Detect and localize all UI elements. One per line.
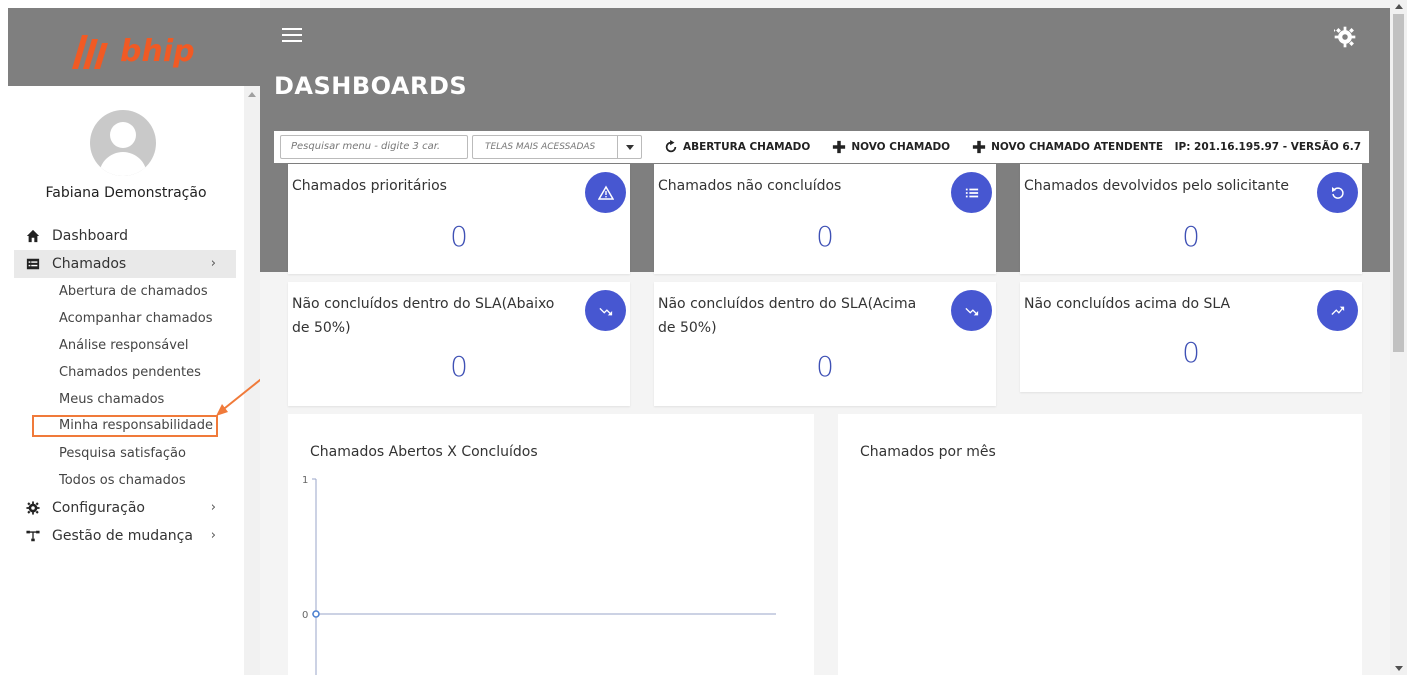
home-icon (26, 229, 40, 243)
page-scrollbar[interactable] (1390, 0, 1407, 675)
sidebar-item-label: Configuração (52, 500, 145, 516)
logo-stripes-icon (72, 34, 108, 69)
chamados-submenu: Abertura de chamados Acompanhar chamados… (14, 278, 236, 494)
list-icon (26, 258, 40, 270)
avatar-head (110, 122, 136, 148)
logo-bar: bhip (8, 8, 260, 86)
button-label: NOVO CHAMADO (851, 141, 951, 153)
sidebar-item-dashboard[interactable]: Dashboard (14, 222, 236, 250)
most-accessed-select[interactable]: TELAS MAIS ACESSADAS (472, 135, 642, 159)
sidebar-item-gestao-de-mudanca[interactable]: Gestão de mudança › (14, 522, 236, 550)
line-chart: 01 (302, 475, 776, 675)
card-sla-acima-50[interactable]: Não concluídos dentro do SLA(Acima de 50… (654, 282, 996, 406)
scroll-up-arrow-icon[interactable] (248, 92, 256, 97)
menu-search-input[interactable]: Pesquisar menu - digite 3 car. (280, 135, 468, 159)
gear-icon (26, 501, 40, 515)
chevron-right-icon: › (210, 256, 216, 271)
submenu-pesquisa-satisfacao[interactable]: Pesquisa satisfação (59, 440, 236, 467)
sidebar-item-chamados[interactable]: Chamados › (14, 250, 236, 278)
trend-up-icon (1317, 290, 1358, 331)
avatar[interactable] (90, 110, 156, 176)
card-chamados-nao-concluidos[interactable]: Chamados não concluídos 0 (654, 164, 996, 274)
button-label: NOVO CHAMADO ATENDENTE (991, 141, 1164, 153)
card-title: Chamados não concluídos (658, 178, 842, 194)
card-value: 0 (450, 350, 468, 383)
submenu-minha-responsabilidade[interactable]: Minha responsabilidade (32, 415, 218, 437)
abertura-chamado-button[interactable]: ABERTURA CHAMADO (664, 140, 810, 154)
trend-down-icon (585, 290, 626, 331)
card-value: 0 (1182, 220, 1200, 253)
trend-down-icon (951, 290, 992, 331)
chart-panel-abertos-concluidos: Chamados Abertos X Concluídos 01 (288, 414, 814, 675)
card-value: 0 (816, 350, 834, 383)
settings-gear-icon[interactable] (1334, 26, 1356, 48)
sidebar-item-configuracao[interactable]: Configuração › (14, 494, 236, 522)
data-point (312, 610, 320, 618)
card-title: Não concluídos acima do SLA (1024, 296, 1231, 312)
sidebar: bhip Fabiana Demonstração Dashboard Cham… (0, 0, 260, 675)
submenu-abertura-de-chamados[interactable]: Abertura de chamados (59, 278, 236, 305)
dropdown-arrow-icon[interactable] (617, 136, 641, 158)
user-name: Fabiana Demonstração (45, 185, 207, 201)
page-title: DASHBOARDS (274, 72, 468, 100)
avatar-body (99, 152, 147, 176)
card-title: Chamados prioritários (292, 178, 447, 194)
brand-name: bhip (120, 34, 195, 69)
scroll-up-arrow-icon[interactable] (1395, 4, 1403, 9)
sidebar-item-label: Chamados (52, 256, 127, 272)
card-chamados-prioritarios[interactable]: Chamados prioritários 0 (288, 164, 630, 274)
chart-panel-chamados-por-mes: Chamados por mês (838, 414, 1362, 675)
card-acima-sla[interactable]: Não concluídos acima do SLA 0 (1020, 282, 1362, 392)
brand-logo[interactable]: bhip (72, 34, 195, 69)
y-tick-label: 1 (302, 475, 308, 486)
list-icon (951, 172, 992, 213)
y-tick-label: 0 (302, 610, 308, 621)
scrollbar-thumb[interactable] (1393, 14, 1404, 352)
novo-chamado-button[interactable]: NOVO CHAMADO (832, 140, 950, 154)
submenu-analise-responsavel[interactable]: Análise responsável (59, 332, 236, 359)
app-window: bhip Fabiana Demonstração Dashboard Cham… (0, 0, 1407, 675)
flow-icon (26, 530, 40, 542)
card-chamados-devolvidos[interactable]: Chamados devolvidos pelo solicitante 0 (1020, 164, 1362, 274)
sidebar-item-label: Gestão de mudança (52, 528, 193, 544)
card-value: 0 (816, 220, 834, 253)
card-title: Não concluídos dentro do SLA(Acima de 50… (658, 296, 917, 336)
card-title: Não concluídos dentro do SLA(Abaixo de 5… (292, 296, 555, 336)
chart-title: Chamados por mês (860, 444, 996, 460)
sidebar-item-label: Dashboard (52, 228, 128, 244)
card-value: 0 (1182, 336, 1200, 369)
plus-icon (833, 140, 846, 154)
toolbar: Pesquisar menu - digite 3 car. TELAS MAI… (274, 131, 1369, 163)
card-title: Chamados devolvidos pelo solicitante (1024, 178, 1289, 194)
hamburger-menu-icon[interactable] (282, 28, 302, 42)
warning-icon (585, 172, 626, 213)
select-value: TELAS MAIS ACESSADAS (485, 142, 596, 152)
chevron-right-icon: › (210, 528, 216, 543)
submenu-todos-os-chamados[interactable]: Todos os chamados (59, 467, 236, 494)
novo-chamado-atendente-button[interactable]: NOVO CHAMADO ATENDENTE (972, 140, 1163, 154)
main-content: DASHBOARDS Pesquisar menu - digite 3 car… (260, 0, 1390, 675)
button-label: ABERTURA CHAMADO (683, 141, 811, 153)
scroll-down-arrow-icon[interactable] (1395, 666, 1403, 671)
refresh-icon (665, 140, 677, 153)
undo-icon (1317, 172, 1358, 213)
card-value: 0 (450, 220, 468, 253)
plus-icon (972, 140, 986, 154)
ip-version-label: IP: 201.16.195.97 - VERSÃO 6.7 (1174, 141, 1361, 153)
card-sla-abaixo-50[interactable]: Não concluídos dentro do SLA(Abaixo de 5… (288, 282, 630, 406)
submenu-acompanhar-chamados[interactable]: Acompanhar chamados (59, 305, 236, 332)
sidebar-nav: Dashboard Chamados › Abertura de chamado… (14, 222, 236, 550)
chevron-right-icon: › (210, 500, 216, 515)
